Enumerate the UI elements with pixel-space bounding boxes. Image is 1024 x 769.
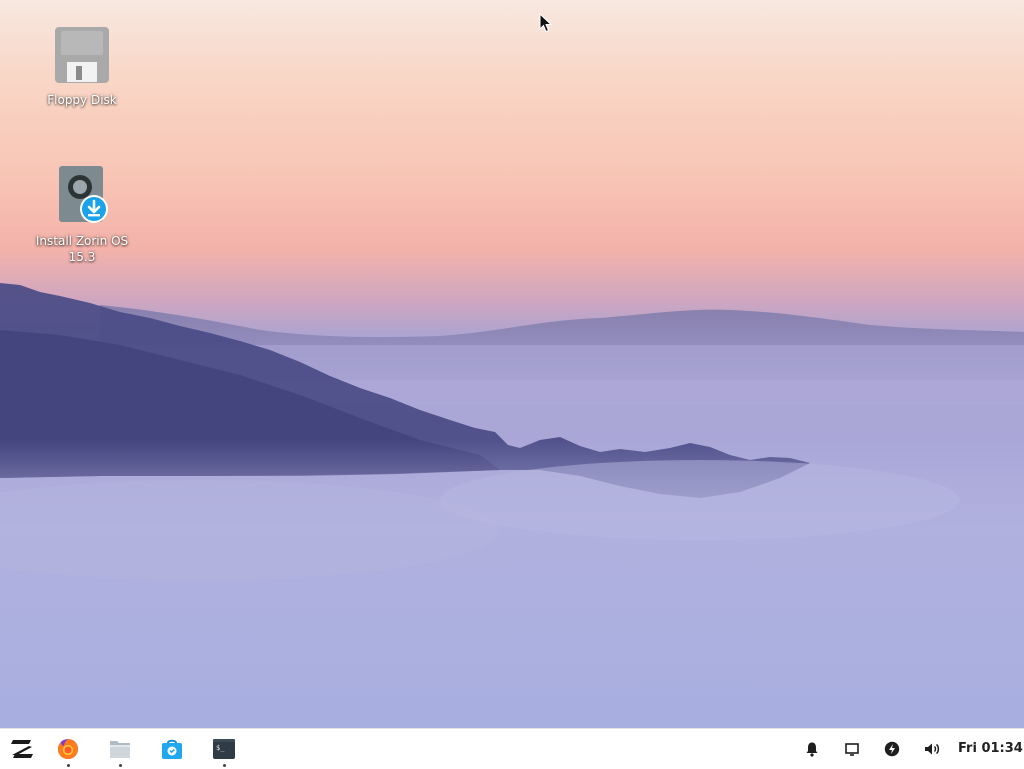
floppy-disk-icon — [55, 27, 109, 83]
taskbar-app-software-store[interactable] — [150, 729, 194, 769]
zorin-logo-icon — [11, 740, 33, 758]
clock[interactable]: Fri 01:34 — [958, 729, 1024, 769]
bell-icon — [806, 742, 818, 757]
taskbar-app-firefox[interactable] — [46, 729, 90, 769]
zorin-menu-button[interactable] — [0, 729, 44, 769]
desktop-icon-label: Floppy Disk — [47, 93, 117, 107]
desktop-icon-install-zorin[interactable]: Install Zorin OS 15.3 — [27, 165, 137, 265]
taskbar-app-terminal[interactable]: $_ — [202, 729, 246, 769]
running-indicator — [223, 764, 226, 767]
terminal-icon: $_ — [213, 739, 235, 759]
power-button[interactable] — [877, 729, 907, 769]
mouse-pointer-icon — [539, 13, 553, 33]
display-icon — [845, 743, 859, 756]
software-store-icon — [162, 739, 182, 759]
power-icon — [884, 741, 900, 757]
running-indicator — [119, 764, 122, 767]
wallpaper — [0, 283, 1024, 728]
install-drive-icon — [59, 166, 108, 223]
taskbar-app-files[interactable] — [98, 729, 142, 769]
running-indicator — [67, 764, 70, 767]
notifications-button[interactable] — [797, 729, 827, 769]
desktop[interactable]: Floppy Disk Install Zorin OS 15.3 — [0, 0, 1024, 728]
firefox-icon — [58, 739, 78, 759]
desktop-icon-label: Install Zorin OS 15.3 — [35, 234, 129, 264]
display-button[interactable] — [837, 729, 867, 769]
volume-button[interactable] — [917, 729, 947, 769]
volume-icon — [925, 743, 940, 755]
desktop-icon-floppy-disk[interactable]: Floppy Disk — [27, 26, 137, 108]
svg-text:$_: $_ — [216, 744, 225, 752]
files-icon — [110, 741, 130, 758]
taskbar: $_ Fri 01:34 — [0, 728, 1024, 768]
